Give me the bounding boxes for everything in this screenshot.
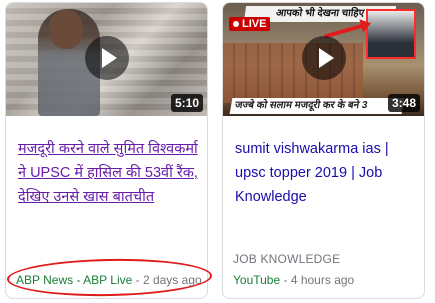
- live-label: LIVE: [242, 18, 267, 30]
- meta-separator: -: [280, 273, 291, 287]
- video-title-link[interactable]: मजदूरी करने वाले सुमित विश्वकर्मा ने UPS…: [18, 141, 198, 205]
- duration-badge: 3:48: [387, 94, 420, 112]
- video-card-1[interactable]: 5:10 मजदूरी करने वाले सुमित विश्वकर्मा न…: [5, 2, 208, 299]
- duration-badge: 5:10: [170, 94, 203, 112]
- video-title-link[interactable]: sumit vishwakarma ias | upsc topper 2019…: [235, 141, 389, 205]
- play-icon[interactable]: [301, 35, 346, 80]
- thumbnail-inset-portrait: [366, 9, 416, 59]
- video-time: 2 days ago: [142, 273, 202, 287]
- video-source: ABP News - ABP Live: [16, 273, 133, 287]
- video-source: YouTube: [233, 273, 281, 287]
- video-meta-1: ABP News - ABP Live - 2 days ago: [16, 273, 202, 287]
- video-title-2[interactable]: sumit vishwakarma ias | upsc topper 2019…: [235, 137, 419, 209]
- play-icon[interactable]: [84, 35, 129, 80]
- thumbnail-person-head: [49, 9, 83, 49]
- video-card-2[interactable]: आपको भी देखना चाहिए LIVE जज्बे को सलाम म…: [222, 2, 425, 299]
- video-meta-2: YouTube - 4 hours ago: [233, 273, 354, 287]
- video-title-1[interactable]: मजदूरी करने वाले सुमित विश्वकर्मा ने UPS…: [18, 137, 202, 209]
- meta-separator: -: [132, 273, 143, 287]
- video-thumbnail-2[interactable]: आपको भी देखना चाहिए LIVE जज्बे को सलाम म…: [223, 3, 424, 116]
- live-badge: LIVE: [229, 17, 271, 31]
- channel-name: JOB KNOWLEDGE: [233, 252, 341, 266]
- video-thumbnail-1[interactable]: 5:10: [6, 3, 207, 116]
- live-dot-icon: [233, 21, 239, 27]
- video-time: 4 hours ago: [290, 273, 355, 287]
- thumbnail-subtitle: जज्बे को सलाम मजदूरी कर के बने 3: [229, 98, 405, 114]
